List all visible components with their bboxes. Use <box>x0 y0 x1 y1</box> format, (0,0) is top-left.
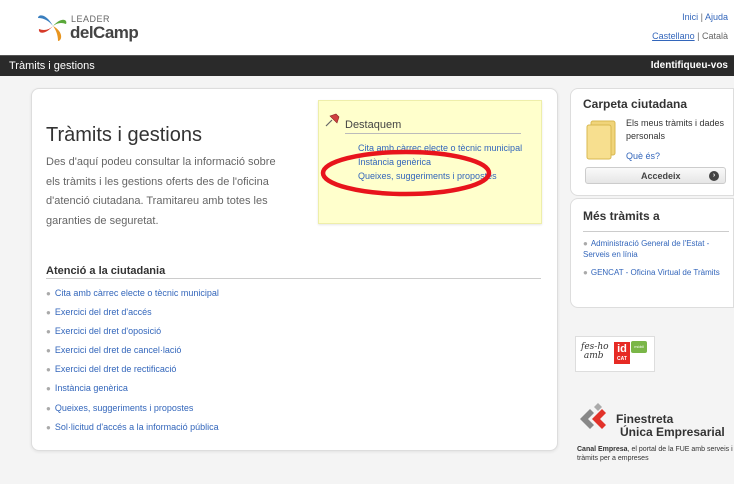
list-item: ● Sol·licitud d'accés a la informació púb… <box>46 421 219 440</box>
que-es-link[interactable]: Què és? <box>626 151 660 161</box>
age-link[interactable]: Administració General de l'Estat - Serve… <box>583 239 709 259</box>
top-links-separator: | <box>700 12 703 22</box>
carpeta-title: Carpeta ciutadana <box>583 97 688 111</box>
pinwheel-logo-icon <box>38 15 67 41</box>
fue-title-line2: Única Empresarial <box>620 425 725 439</box>
catala-link[interactable]: Català <box>702 31 728 41</box>
service-link[interactable]: Exercici del dret d'oposició <box>55 326 161 336</box>
bullet-icon: ● <box>46 289 51 298</box>
list-item: ● Exercici del dret de rectificació <box>46 363 219 382</box>
fue-title-line1: Finestreta <box>616 412 674 426</box>
amb-text: amb <box>583 351 604 361</box>
canal-empresa-label: Canal Empresa <box>577 446 628 453</box>
service-link[interactable]: Sol·licitud d'accés a la informació públ… <box>55 422 219 432</box>
navbar-title[interactable]: Tràmits i gestions <box>9 60 95 72</box>
pushpin-icon <box>325 113 340 127</box>
bullet-icon: ● <box>46 327 51 337</box>
intro-text: Des d'aquí podeu consultar la informació… <box>46 156 276 227</box>
navbar: Tràmits i gestions Identifiqueu-vos <box>0 55 734 76</box>
fue-description: Canal Empresa, el portal de la FUE amb s… <box>577 445 734 463</box>
list-item: ● Exercici del dret d'oposició <box>46 325 219 344</box>
list-item: ● GENCAT - Oficina Virtual de Tràmits <box>583 267 731 278</box>
mes-tramits-card: Més tràmits a ● Administració General de … <box>570 198 734 308</box>
logo-name: delCamp <box>70 23 139 42</box>
login-link[interactable]: Identifiqueu-vos <box>651 60 728 71</box>
lang-separator: | <box>697 31 700 41</box>
page-title: Tràmits i gestions <box>46 124 202 146</box>
list-item: ● Queixes, suggeriments i propostes <box>46 402 219 421</box>
top-links: Inici | Ajuda <box>682 12 728 22</box>
folder-icon <box>586 120 616 160</box>
list-item: ● Exercici del dret d'accés <box>46 306 219 325</box>
bullet-icon: ● <box>46 365 51 375</box>
bullet-icon: ● <box>46 384 51 394</box>
bullet-icon: ● <box>583 268 588 277</box>
atencio-heading: Atenció a la ciutadania <box>46 265 166 277</box>
castellano-link[interactable]: Castellano <box>652 31 695 41</box>
destaquem-title: Destaquem <box>345 119 402 131</box>
bullet-icon: ● <box>46 346 51 356</box>
destaquem-divider <box>345 133 521 134</box>
service-link[interactable]: Instància genèrica <box>55 383 128 393</box>
accedeix-label: Accedeix <box>641 171 681 181</box>
page-header: LEADER delCamp Inici | Ajuda Castellano … <box>0 0 734 55</box>
list-item: ● Cita amb càrrec electe o tècnic municip… <box>46 287 219 306</box>
list-item: ● Exercici del dret de cancel·lació <box>46 344 219 363</box>
mobile-badge: mòbil <box>631 341 647 353</box>
service-link[interactable]: Queixes, suggeriments i propostes <box>55 403 194 413</box>
fes-ho-amb-idcat-banner[interactable]: fes-ho amb id CAT mòbil <box>575 336 655 372</box>
bullet-icon: ● <box>46 422 51 432</box>
mes-tramits-divider <box>583 231 729 232</box>
carpeta-card: Carpeta ciutadana Els meus tràmits i dad… <box>570 88 734 196</box>
fes-ho-amb-text: fes-ho amb <box>581 343 609 361</box>
language-links: Castellano | Català <box>652 31 728 41</box>
fue-logo[interactable]: Finestreta Única Empresarial <box>576 396 734 442</box>
idcat-id-text: id <box>617 343 627 355</box>
carpeta-description: Els meus tràmits i dades personals <box>626 118 725 141</box>
bullet-icon: ● <box>46 308 51 318</box>
service-link[interactable]: Cita amb càrrec electe o tècnic municipa… <box>55 288 219 298</box>
atencio-list: ● Cita amb càrrec electe o tècnic municip… <box>46 287 219 440</box>
ajuda-link[interactable]: Ajuda <box>705 12 728 22</box>
service-link[interactable]: Exercici del dret de cancel·lació <box>55 345 182 355</box>
service-link[interactable]: Exercici del dret d'accés <box>55 307 152 317</box>
gencat-link[interactable]: GENCAT - Oficina Virtual de Tràmits <box>591 268 720 277</box>
fue-arrows-icon <box>580 403 606 429</box>
idcat-logo: id CAT <box>614 342 630 364</box>
mes-tramits-list: ● Administració General de l'Estat - Serv… <box>583 238 731 285</box>
bullet-icon: ● <box>46 403 51 413</box>
arrow-right-icon: › <box>709 171 719 181</box>
mes-tramits-title: Més tràmits a <box>583 209 660 223</box>
leader-delcamp-logo[interactable]: LEADER delCamp <box>36 8 139 50</box>
red-annotation-circle <box>320 149 492 197</box>
list-item: ● Instància genèrica <box>46 382 219 401</box>
idcat-cat-text: CAT <box>617 356 627 362</box>
service-link[interactable]: Exercici del dret de rectificació <box>55 364 177 374</box>
inici-link[interactable]: Inici <box>682 12 698 22</box>
accedeix-button[interactable]: Accedeix › <box>585 167 726 184</box>
list-item: ● Administració General de l'Estat - Serv… <box>583 238 731 260</box>
atencio-divider <box>46 278 541 279</box>
bullet-icon: ● <box>583 239 588 248</box>
